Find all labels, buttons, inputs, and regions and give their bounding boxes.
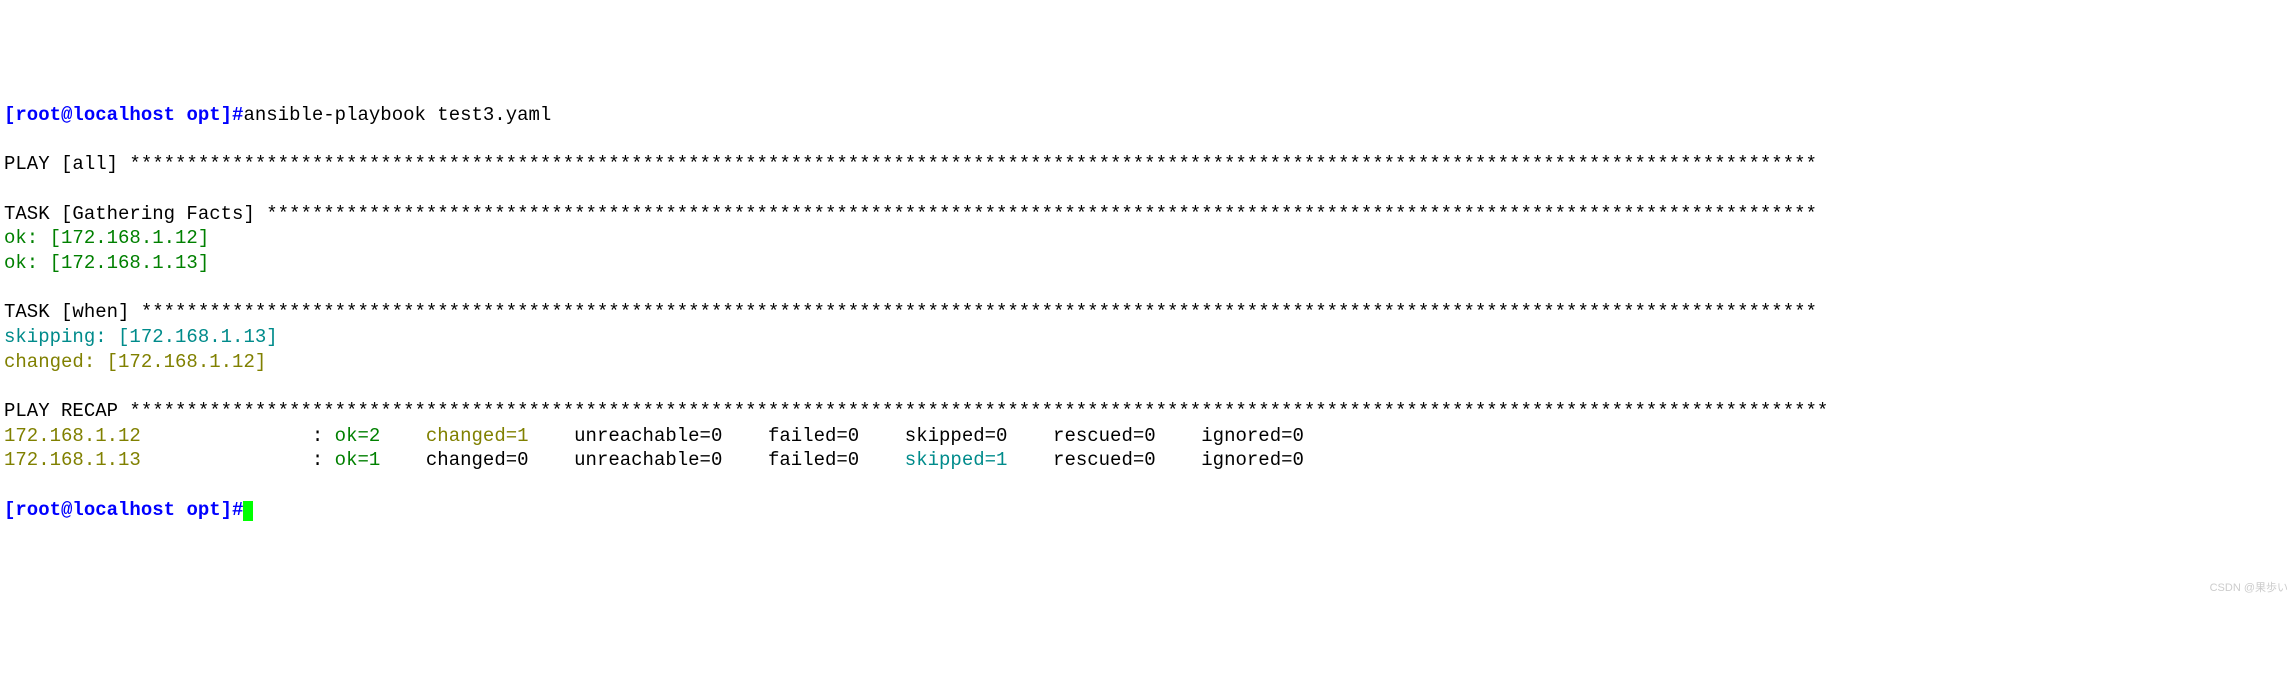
skipping-line: skipping: [172.168.1.13] bbox=[4, 326, 278, 348]
task-gathering-label: TASK [Gathering Facts] bbox=[4, 203, 266, 225]
prompt2-dir: opt bbox=[186, 499, 220, 521]
prompt-dir: opt bbox=[186, 104, 220, 126]
play-recap-stars: ****************************************… bbox=[129, 400, 1828, 422]
play-header-label: PLAY [all] bbox=[4, 153, 129, 175]
task-gathering-stars: ****************************************… bbox=[266, 203, 1817, 225]
command-text: ansible-playbook test3.yaml bbox=[243, 104, 551, 126]
recap-unreachable-1: unreachable=0 bbox=[563, 425, 757, 447]
recap-host-2: 172.168.1.13 bbox=[4, 449, 312, 471]
terminal-output: [root@localhost opt]#ansible-playbook te… bbox=[4, 103, 2292, 523]
recap-failed-1: failed=0 bbox=[757, 425, 894, 447]
recap-ok-1: ok=2 bbox=[335, 425, 415, 447]
prompt-bracket: ]# bbox=[221, 104, 244, 126]
task-when-stars: ****************************************… bbox=[141, 301, 1817, 323]
recap-colon-2: : bbox=[312, 449, 335, 471]
prompt2-bracket: ]# bbox=[221, 499, 244, 521]
recap-rescued-2: rescued=0 bbox=[1042, 449, 1190, 471]
recap-host-1: 172.168.1.12 bbox=[4, 425, 312, 447]
task-when-label: TASK [when] bbox=[4, 301, 141, 323]
recap-changed-1: changed=1 bbox=[415, 425, 563, 447]
changed-line: changed: [172.168.1.12] bbox=[4, 351, 266, 373]
recap-ok-2: ok=1 bbox=[335, 449, 415, 471]
recap-failed-2: failed=0 bbox=[757, 449, 894, 471]
recap-colon-1: : bbox=[312, 425, 335, 447]
prompt-user-host: [root@localhost bbox=[4, 104, 186, 126]
ok-host-2: ok: [172.168.1.13] bbox=[4, 252, 209, 274]
watermark-text: CSDN @果歩い bbox=[2210, 581, 2288, 595]
play-header-stars: ****************************************… bbox=[129, 153, 1816, 175]
recap-unreachable-2: unreachable=0 bbox=[563, 449, 757, 471]
cursor-icon[interactable] bbox=[243, 501, 253, 521]
recap-rescued-1: rescued=0 bbox=[1042, 425, 1190, 447]
prompt2-user-host: [root@localhost bbox=[4, 499, 186, 521]
recap-changed-2: changed=0 bbox=[415, 449, 563, 471]
recap-ignored-2: ignored=0 bbox=[1190, 449, 1338, 471]
ok-host-1: ok: [172.168.1.12] bbox=[4, 227, 209, 249]
recap-skipped-1: skipped=0 bbox=[893, 425, 1041, 447]
play-recap-label: PLAY RECAP bbox=[4, 400, 129, 422]
recap-skipped-2: skipped=1 bbox=[893, 449, 1041, 471]
recap-ignored-1: ignored=0 bbox=[1190, 425, 1338, 447]
